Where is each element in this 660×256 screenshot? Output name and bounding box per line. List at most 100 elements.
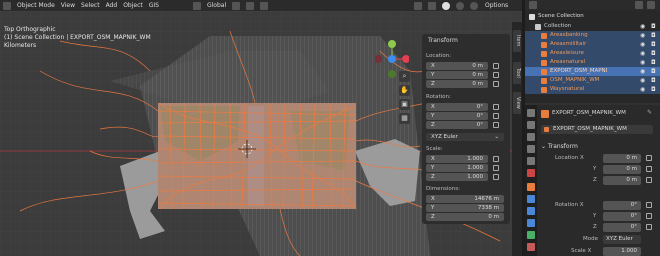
lock-icon[interactable]	[646, 224, 652, 230]
lock-icon[interactable]	[493, 72, 499, 78]
particles-tab-icon[interactable]	[527, 207, 535, 215]
lock-icon[interactable]	[646, 177, 652, 183]
shading-solid-icon[interactable]	[442, 1, 451, 10]
render-camera-icon[interactable]: ◘	[651, 59, 656, 66]
menu-add[interactable]: Add	[106, 2, 118, 9]
transform-header[interactable]: ⌄ Transform	[541, 143, 578, 150]
rotation-x-field[interactable]: X 0°	[426, 103, 488, 111]
tab-tool[interactable]: Tool	[513, 62, 521, 84]
new-collection-icon[interactable]	[647, 1, 655, 9]
menu-view[interactable]: View	[61, 2, 75, 9]
scale-x-field[interactable]: X 1.000	[426, 155, 488, 163]
lock-icon[interactable]	[493, 113, 499, 119]
shading-material-icon[interactable]	[456, 1, 465, 10]
outliner-type-icon[interactable]	[529, 1, 537, 9]
lock-icon[interactable]	[493, 165, 499, 171]
world-tab-icon[interactable]	[527, 169, 535, 177]
location-z-field[interactable]: Z0 m	[426, 80, 488, 88]
view-layer-tab-icon[interactable]	[527, 145, 535, 153]
prop-location-z-field[interactable]: 0 m	[603, 176, 641, 185]
output-tab-icon[interactable]	[527, 133, 535, 141]
transform-orientation-icon[interactable]	[192, 1, 201, 10]
lock-icon[interactable]	[493, 174, 499, 180]
lock-icon[interactable]	[493, 104, 499, 110]
render-camera-icon[interactable]: ◘	[651, 86, 656, 93]
object-tab-icon[interactable]	[527, 183, 535, 191]
prop-rotation-x-field[interactable]: 0°	[603, 201, 641, 210]
outliner-item-waysnatural[interactable]: Waysnatural ◉ ◘	[525, 85, 660, 94]
scene-tab-icon[interactable]	[527, 157, 535, 165]
scale-z-field[interactable]: Z 1.000	[426, 173, 488, 181]
ortho-grid-icon[interactable]: ▦	[399, 113, 410, 124]
dimension-y-field[interactable]: Y 7338 m	[426, 204, 504, 212]
options-menu[interactable]: Options	[485, 2, 508, 9]
pivot-icon[interactable]	[232, 1, 241, 10]
editor-type-icon[interactable]	[3, 1, 11, 10]
overlay-icon[interactable]	[414, 1, 423, 10]
outliner-item-areasnatural[interactable]: Areasnatural ◉ ◘	[525, 58, 660, 67]
physics-tab-icon[interactable]	[527, 219, 535, 227]
menu-select[interactable]: Select	[81, 2, 100, 9]
tool-tab-icon[interactable]	[527, 109, 535, 117]
location-y-field[interactable]: Y0 m	[426, 71, 488, 79]
visibility-eye-icon[interactable]: ◉	[640, 41, 645, 48]
orientation-dropdown[interactable]: Global	[207, 2, 226, 9]
prop-rotation-z-field[interactable]: 0°	[603, 223, 641, 232]
rotation-mode-dropdown[interactable]: XYZ Euler ⌄	[426, 133, 504, 141]
xray-icon[interactable]	[428, 1, 437, 10]
snap-icon[interactable]	[246, 1, 255, 10]
prop-scale-x-field[interactable]: 1.000	[603, 247, 641, 256]
lock-icon[interactable]	[646, 213, 652, 219]
pin-icon[interactable]: ✎	[647, 109, 652, 116]
scene-collection-row[interactable]: Scene Collection	[525, 12, 660, 21]
outliner-item-areasbanking[interactable]: Areasbanking ◉ ◘	[525, 31, 660, 40]
visibility-eye-icon[interactable]: ◉	[640, 77, 645, 84]
visibility-eye-icon[interactable]: ◉	[640, 59, 645, 66]
object-name-field[interactable]: EXPORT_OSM_MAPNIK_WM	[541, 125, 653, 134]
render-camera-icon[interactable]: ◘	[651, 68, 656, 75]
material-tab-icon[interactable]	[527, 243, 535, 251]
outliner-item-areasleisure[interactable]: Areasleisure ◉ ◘	[525, 49, 660, 58]
pan-hand-icon[interactable]: ✋	[399, 85, 410, 96]
camera-view-icon[interactable]: ▣	[399, 99, 410, 110]
visibility-eye-icon[interactable]: ◉	[640, 68, 645, 75]
render-camera-icon[interactable]: ◘	[651, 32, 656, 39]
dimension-x-field[interactable]: X 14676 m	[426, 195, 504, 203]
visibility-eye-icon[interactable]: ◉	[640, 86, 645, 93]
render-camera-icon[interactable]: ◘	[651, 50, 656, 57]
lock-icon[interactable]	[493, 122, 499, 128]
dimension-z-field[interactable]: Z0 m	[426, 213, 504, 221]
prop-rotation-y-field[interactable]: 0°	[603, 212, 641, 221]
lock-icon[interactable]	[646, 155, 652, 161]
modifier-tab-icon[interactable]	[527, 195, 535, 203]
lock-icon[interactable]	[493, 81, 499, 87]
visibility-eye-icon[interactable]: ◉	[640, 32, 645, 39]
lock-icon[interactable]	[493, 63, 499, 69]
tab-view[interactable]: View	[513, 92, 521, 114]
visibility-eye-icon[interactable]: ◉	[640, 50, 645, 57]
visibility-eye-icon[interactable]: ◉	[640, 23, 645, 30]
tab-item[interactable]: Item	[513, 30, 521, 52]
render-tab-icon[interactable]	[527, 121, 535, 129]
shading-rendered-icon[interactable]	[470, 1, 479, 10]
prop-location-x-field[interactable]: 0 m	[603, 154, 641, 163]
render-camera-icon[interactable]: ◘	[651, 77, 656, 84]
data-tab-icon[interactable]	[527, 231, 535, 239]
outliner-item-areasmilitair[interactable]: Areasmililtair ◉ ◘	[525, 40, 660, 49]
rotation-mode-dropdown[interactable]: XYZ Euler	[603, 235, 641, 244]
zoom-icon[interactable]: ⌕	[399, 71, 410, 82]
outliner-item-osm-mapnik-wm[interactable]: OSM_MAPNIK_WM ◉ ◘	[525, 76, 660, 85]
filter-icon[interactable]	[635, 1, 643, 9]
rotation-z-field[interactable]: Z 0°	[426, 121, 488, 129]
location-x-field[interactable]: X0 m	[426, 62, 488, 70]
menu-gis[interactable]: GIS	[149, 2, 159, 9]
3d-viewport[interactable]: Top Orthographic (1) Scene Collection | …	[0, 11, 522, 256]
mode-dropdown[interactable]: Object Mode	[17, 2, 55, 9]
lock-icon[interactable]	[646, 202, 652, 208]
render-camera-icon[interactable]: ◘	[651, 41, 656, 48]
rotation-y-field[interactable]: Y 0°	[426, 112, 488, 120]
menu-object[interactable]: Object	[123, 2, 143, 9]
lock-icon[interactable]	[493, 156, 499, 162]
proportional-edit-icon[interactable]	[260, 1, 269, 10]
prop-location-y-field[interactable]: 0 m	[603, 165, 641, 174]
